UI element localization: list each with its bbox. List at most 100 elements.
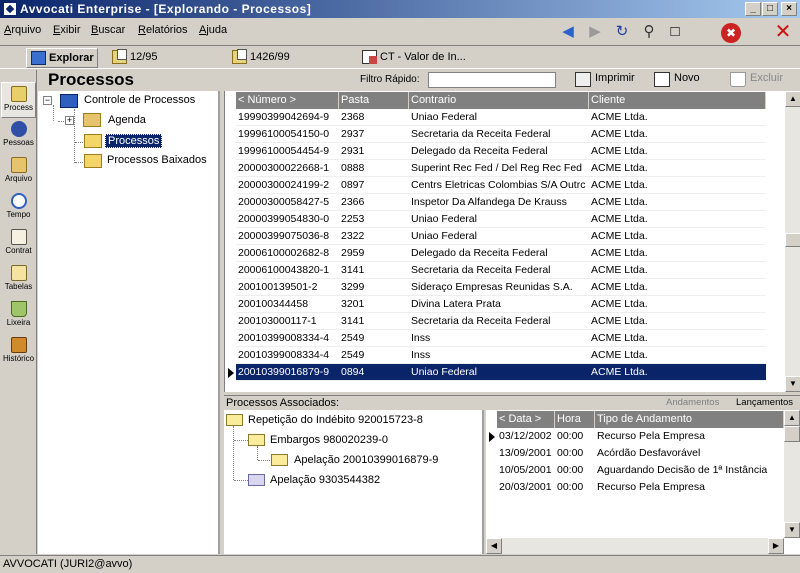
title-bar[interactable]: Avvocati Enterprise - [Explorando - Proc… [0,0,800,18]
close-window-button[interactable]: × [781,2,797,16]
tab-12-95[interactable]: 12/95 [108,48,218,68]
table-row[interactable]: 20000399054830-0 2253 Uniao Federal ACME Lt… [236,211,766,228]
scroll-down-button[interactable]: ▼ [785,376,800,392]
quick-filter-input[interactable] [428,72,556,88]
agenda-icon [83,113,101,127]
nav-arquivo[interactable]: Arquivo [1,154,36,190]
tree-expand-toggle[interactable]: + [65,116,74,125]
cell-tipo: Recurso Pela Empresa [597,481,705,493]
panel-header: Processos Filtro Rápido: Imprimir Novo E… [38,70,800,90]
assoc-node-repeticao[interactable]: Repetição do Indébito 920015723-8 [248,414,423,426]
cell-contrario: Uniao Federal [411,230,477,242]
cell-cliente: ACME Ltda. [591,128,648,140]
column-data[interactable]: < Data > [497,411,555,428]
column-cliente[interactable]: Cliente [589,92,766,109]
menu-relatorios[interactable]: Relatórios [138,24,188,36]
table-row[interactable]: 03/12/2002 00:00 Recurso Pela Empresa [497,428,784,445]
tab-ct-valor[interactable]: CT - Valor de In... [358,48,488,68]
scroll-up-button[interactable]: ▲ [784,410,800,426]
refresh-icon[interactable]: ↻ [611,22,633,42]
delete-button[interactable]: Excluir [730,72,783,88]
table-row[interactable]: 19996100054150-0 2937 Secretaria da Receit… [236,126,766,143]
tab-strip: Explorar 12/95 1426/99 CT - Valor de In.… [0,45,800,69]
andamentos-hscrollbar[interactable]: ◀ ▶ [486,538,784,554]
table-row[interactable]: 20010399016879-9 0894 Uniao Federal ACME Lt… [236,364,766,381]
scroll-thumb[interactable] [785,233,800,247]
scroll-thumb[interactable] [784,426,800,442]
nav-contratos[interactable]: Contrat [1,226,36,262]
cell-numero: 20010399016879-9 [238,366,330,378]
table-row[interactable]: 200103000117-1 3141 Secretaria da Receita … [236,313,766,330]
nav-tempo[interactable]: Tempo [1,190,36,226]
table-row[interactable]: 20000300022668-1 0888 Superint Rec Fed / D… [236,160,766,177]
tree-node-agenda[interactable]: Agenda [106,114,148,126]
menu-ajuda[interactable]: Ajuda [199,24,227,36]
cell-contrario: Inss [411,332,431,344]
back-arrow-icon[interactable]: ◀ [557,22,579,42]
table-row[interactable]: 20000399075036-8 2322 Uniao Federal ACME Lt… [236,228,766,245]
table-row[interactable]: 20006100043820-1 3141 Secretaria da Receit… [236,262,766,279]
table-row[interactable]: 20006100002682-8 2959 Delegado da Receita … [236,245,766,262]
column-hora[interactable]: Hora [555,411,595,428]
tab-explorar[interactable]: Explorar [26,48,98,68]
cell-pasta: 3141 [341,264,365,276]
tab-lancamentos[interactable]: Lançamentos [736,397,793,408]
column-numero[interactable]: < Número > [236,92,339,109]
forward-arrow-icon[interactable]: ▶ [584,22,606,42]
scroll-down-button[interactable]: ▼ [784,522,800,538]
contract-document-icon [362,50,377,64]
table-row[interactable]: 19990399042694-9 2368 Uniao Federal ACME Lt… [236,109,766,126]
scroll-up-button[interactable]: ▲ [785,91,800,107]
close-icon[interactable]: ✕ [772,22,794,42]
table-row[interactable]: 200100139501-2 3299 Sideraço Empresas Reun… [236,279,766,296]
table-row[interactable]: 20010399008334-4 2549 Inss ACME Ltda. [236,330,766,347]
column-contrario[interactable]: Contrario [409,92,589,109]
maximize-button[interactable]: □ [762,2,778,16]
nav-processos[interactable]: Process [1,82,36,118]
table-row[interactable]: 19996100054454-9 2931 Delegado da Receita … [236,143,766,160]
new-document-icon[interactable]: □ [664,22,686,42]
assoc-node-apelacao-2[interactable]: Apelação 9303544382 [270,474,380,486]
menu-buscar[interactable]: Buscar [91,24,125,36]
associated-title: Processos Associados: [226,397,340,409]
scroll-left-button[interactable]: ◀ [486,538,502,554]
menu-exibir[interactable]: Exibir [53,24,81,36]
table-row[interactable]: 200100344458 3201 Divina Latera Prata ACME … [236,296,766,313]
cell-data: 03/12/2002 [499,430,552,442]
print-button[interactable]: Imprimir [575,72,635,88]
cell-numero: 200100344458 [238,298,309,310]
table-row[interactable]: 20010399008334-4 2549 Inss ACME Ltda. [236,347,766,364]
tree-node-processos-baixados[interactable]: Processos Baixados [105,154,209,166]
table-row[interactable]: 13/09/2001 00:00 Acórdão Desfavorável [497,445,784,462]
cell-hora: 00:00 [557,481,584,493]
search-icon[interactable]: ⚲ [638,22,660,42]
archived-folder-icon [84,154,102,168]
andamentos-vscrollbar[interactable]: ▲ ▼ [784,410,800,538]
tree-node-processos[interactable]: Processos [105,134,163,148]
menu-arquivo[interactable]: Arquivo [4,24,41,36]
new-button[interactable]: Novo [654,72,700,88]
grid-scrollbar[interactable]: ▲ ▼ [785,91,800,392]
table-row[interactable]: 20000300058427-5 2366 Inspetor Da Alfandeg… [236,194,766,211]
table-row[interactable]: 20/03/2001 00:00 Recurso Pela Empresa [497,479,784,496]
tab-andamentos[interactable]: Andamentos [666,397,719,408]
nav-tabelas[interactable]: Tabelas [1,262,36,298]
assoc-node-apelacao-1[interactable]: Apelação 20010399016879-9 [294,454,438,466]
nav-pessoas[interactable]: Pessoas [1,118,36,154]
nav-lixeira[interactable]: Lixeira [1,298,36,334]
stop-icon[interactable]: ✖ [721,23,741,43]
table-row[interactable]: 10/05/2001 00:00 Aguardando Decisão de 1ª … [497,462,784,479]
tree-collapse-toggle[interactable]: − [43,96,52,105]
nav-historico[interactable]: Histórico [1,334,36,370]
column-tipo-andamento[interactable]: Tipo de Andamento [595,411,784,428]
table-row[interactable]: 20000300024199-2 0897 Centrs Eletricas Col… [236,177,766,194]
assoc-node-embargos[interactable]: Embargos 980020239-0 [270,434,388,446]
tab-1426-99[interactable]: 1426/99 [228,48,348,68]
status-bar: AVVOCATI (JURI2@avvo) [0,555,800,573]
column-pasta[interactable]: Pasta [339,92,409,109]
scroll-right-button[interactable]: ▶ [768,538,784,554]
cell-cliente: ACME Ltda. [591,298,648,310]
cell-pasta: 2959 [341,247,365,259]
tree-node-controle-processos[interactable]: Controle de Processos [82,94,197,106]
minimize-button[interactable]: _ [745,2,761,16]
